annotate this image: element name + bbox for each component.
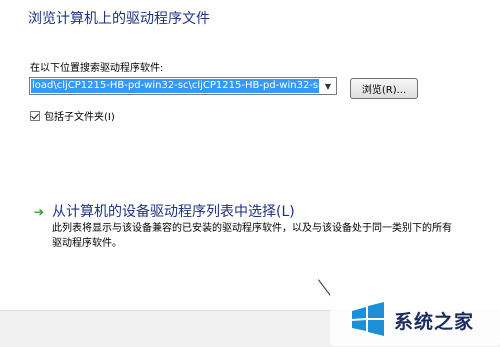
page-title: 浏览计算机上的驱动程序文件 [28,11,210,27]
pick-from-list-description: 此列表将显示与该设备兼容的已安装的驱动程序软件，以及与该设备处于同一类别下的所有… [52,223,452,249]
chevron-down-icon[interactable]: ▼ [320,78,336,94]
search-location-label: 在以下位置搜索驱动程序软件: [30,63,164,74]
browse-button[interactable]: 浏览(R)... [350,78,418,99]
include-subfolders-label: 包括子文件夹(I) [44,112,115,123]
watermark: 系统之家 [330,291,500,346]
driver-path-combobox[interactable]: load\cljCP1215-HB-pd-win32-sc\cljCP1215-… [29,77,337,95]
include-subfolders-option[interactable]: 包括子文件夹(I) [30,108,115,123]
watermark-text: 系统之家 [394,311,475,333]
include-subfolders-checkbox[interactable] [30,110,40,121]
arrow-right-icon: ➔ [34,205,45,219]
driver-path-input[interactable]: load\cljCP1215-HB-pd-win32-sc\cljCP1215-… [31,79,319,93]
windows-logo-icon [352,302,384,336]
pick-from-list-link[interactable]: 从计算机的设备驱动程序列表中选择(L) [52,201,295,221]
